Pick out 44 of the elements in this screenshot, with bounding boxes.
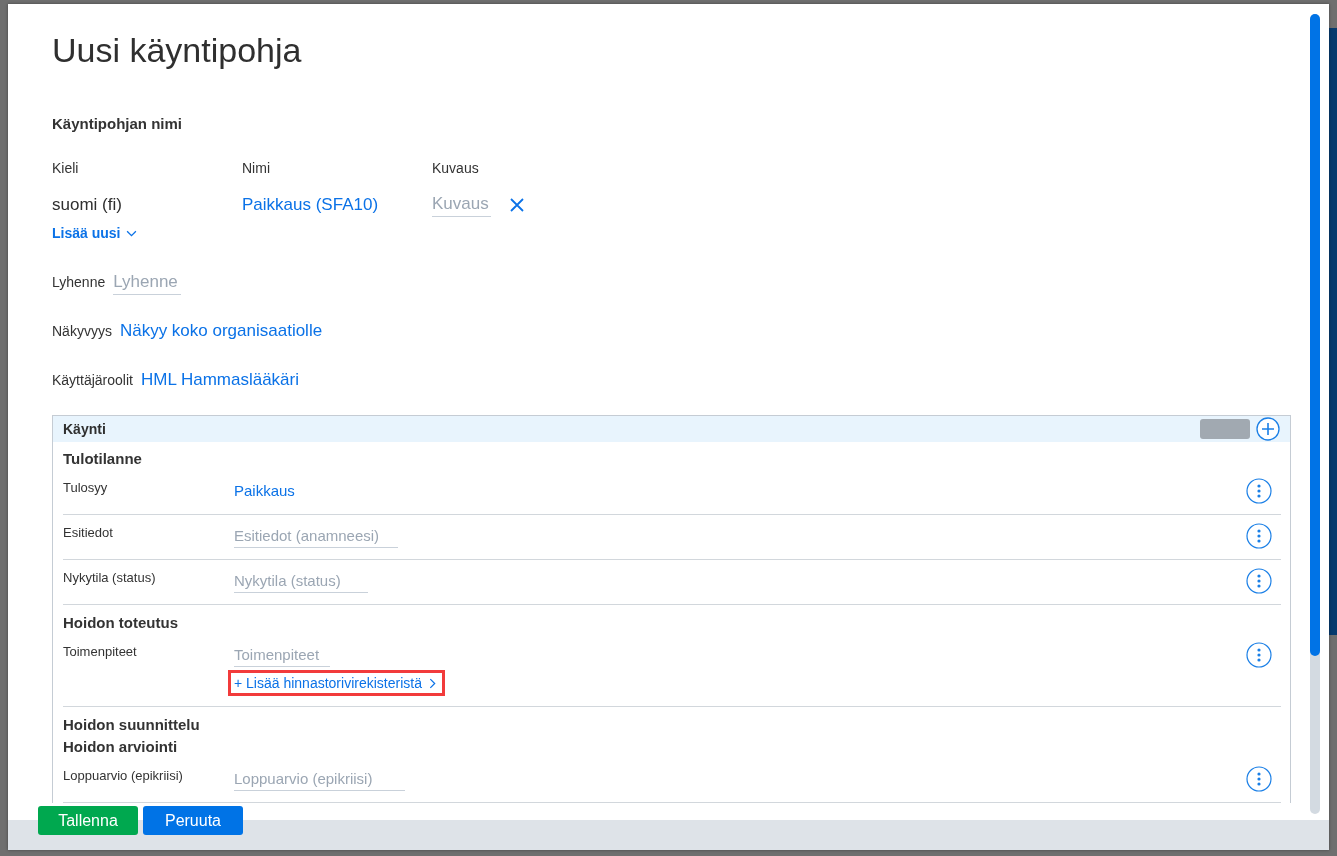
value-link[interactable]: HML Hammaslääkäri xyxy=(140,368,299,392)
plus-circle-icon[interactable] xyxy=(1256,417,1280,441)
section-heading: Tulotilanne xyxy=(63,449,143,469)
input-field[interactable]: Toimenpiteet xyxy=(234,644,330,667)
name-link[interactable]: Paikkaus (SFA10) xyxy=(242,194,379,214)
scrollbar-thumb[interactable] xyxy=(1310,14,1320,656)
scrollbar[interactable] xyxy=(1310,14,1320,814)
add-new-button[interactable]: Lisää uusi xyxy=(52,223,138,243)
more-options-icon[interactable] xyxy=(1246,568,1272,594)
more-options-icon[interactable] xyxy=(1246,766,1272,792)
field-label: Nykytila (status) xyxy=(63,569,157,587)
field-label: Tulosyy xyxy=(63,479,109,497)
field-label: Loppuarvio (epikriisi) xyxy=(63,767,184,785)
input-field[interactable]: Lyhenne xyxy=(113,270,182,295)
panel-title: Käynti xyxy=(63,420,107,439)
more-options-icon[interactable] xyxy=(1246,523,1272,549)
column-header: Nimi xyxy=(242,159,271,178)
footer-button[interactable]: Peruuta xyxy=(143,806,243,835)
field-label: Esitiedot xyxy=(63,524,114,542)
column-header: Kuvaus xyxy=(432,159,480,178)
footer-button[interactable]: Tallenna xyxy=(38,806,138,835)
add-price-list-link[interactable]: + Lisää hinnastorivirekisteristä xyxy=(228,670,445,696)
more-options-icon[interactable] xyxy=(1246,478,1272,504)
input-field[interactable]: Nykytila (status) xyxy=(234,570,368,593)
section-heading: Käyntipohjan nimi xyxy=(52,114,182,134)
value-link[interactable]: Paikkaus xyxy=(234,480,295,502)
dialog-title: Uusi käyntipohja xyxy=(52,30,302,70)
column-header: Kieli xyxy=(52,159,80,178)
field-label: Lyhenne xyxy=(52,273,106,292)
input-field[interactable]: Esitiedot (anamneesi) xyxy=(234,525,398,548)
close-icon[interactable] xyxy=(510,197,524,212)
section-heading: Hoidon suunnittelu xyxy=(63,715,201,735)
field-label: Käyttäjäroolit xyxy=(52,371,133,390)
chevron-right-icon xyxy=(428,677,436,689)
field-label: Toimenpiteet xyxy=(63,643,138,661)
section-heading: Hoidon arviointi xyxy=(63,737,179,757)
more-options-icon[interactable] xyxy=(1246,642,1272,668)
field-label: Näkyvyys xyxy=(52,322,112,341)
caret-icon xyxy=(126,229,138,237)
input-field[interactable]: Loppuarvio (epikriisi) xyxy=(234,768,405,791)
section-heading: Hoidon toteutus xyxy=(63,613,179,633)
description-field[interactable]: Kuvaus xyxy=(432,192,492,217)
language-text: suomi (fi) xyxy=(52,193,123,216)
value-link[interactable]: Näkyy koko organisaatiolle xyxy=(119,319,323,343)
